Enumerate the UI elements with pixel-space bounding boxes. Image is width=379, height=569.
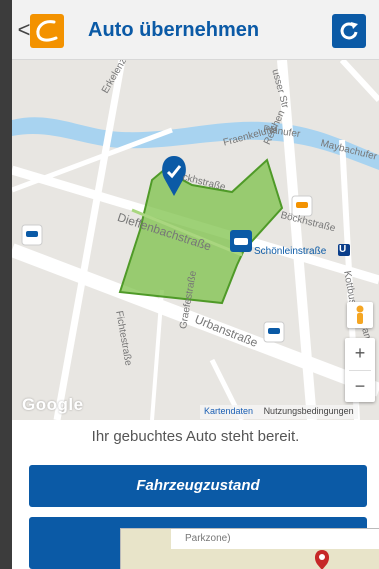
header-bar: < Auto übernehmen [12,0,379,60]
map-attribution: Kartendaten Nutzungsbedingungen [200,405,358,419]
street-view-pegman-icon[interactable] [347,302,373,328]
app-screen: < Auto übernehmen Erkelenz usser Str Fra… [0,0,379,569]
street-label-schoenleinstrasse: Schönleinstraße [254,246,327,257]
map-view[interactable]: Erkelenz usser Str Fraenkelufer Planufer… [12,60,379,420]
zoom-out-button[interactable]: − [345,371,375,403]
page-title: Auto übernehmen [88,19,260,41]
app-logo-icon [30,14,64,48]
location-pin-icon [314,550,330,569]
vehicle-condition-button[interactable]: Fahrzeugzustand [29,465,367,507]
u-bahn-badge: U [339,244,347,255]
zoom-in-button[interactable]: + [345,338,375,370]
left-edge [0,0,12,569]
refresh-icon [340,22,358,40]
google-logo: Google [22,395,84,414]
zoom-control: + − [345,338,375,402]
map-data-link[interactable]: Kartendaten [204,406,253,416]
terms-link[interactable]: Nutzungsbedingungen [264,406,354,416]
overlay-thumbnail: Parkzone) [120,528,379,569]
status-message: Ihr gebuchtes Auto steht bereit. [91,428,300,445]
refresh-button[interactable] [332,14,366,48]
overlay-card: Parkzone) [171,529,379,549]
